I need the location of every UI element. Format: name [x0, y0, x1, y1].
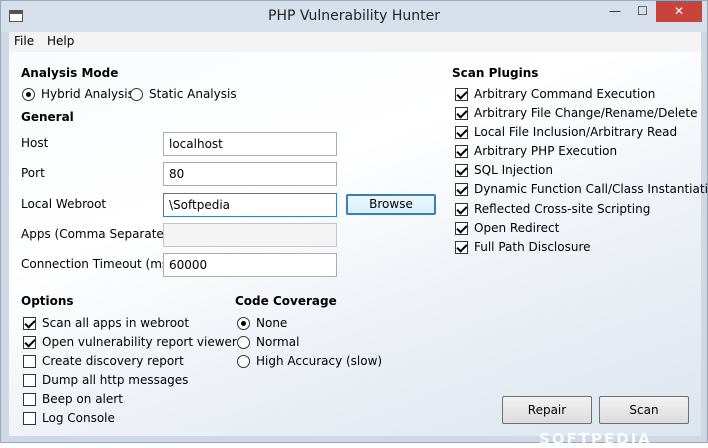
option-scan-all-apps-checkbox[interactable] — [23, 317, 36, 330]
option-open-report-viewer-label[interactable]: Open vulnerability report viewer — [42, 335, 237, 349]
plugin-command-execution-checkbox[interactable] — [455, 88, 468, 101]
close-icon[interactable]: ✕ — [656, 1, 702, 22]
analysis-mode-heading: Analysis Mode — [21, 66, 119, 80]
plugin-dynamic-function-call-checkbox[interactable] — [455, 183, 468, 196]
option-scan-all-apps-label[interactable]: Scan all apps in webroot — [42, 316, 189, 330]
softpedia-watermark: SOFTPEDIA — [539, 430, 652, 448]
menu-bar: File Help — [9, 32, 701, 52]
plugin-file-change-label[interactable]: Arbitrary File Change/Rename/Delete — [474, 106, 698, 120]
coverage-high-accuracy-radio[interactable] — [237, 355, 250, 368]
option-beep-on-alert-label[interactable]: Beep on alert — [42, 392, 123, 406]
plugin-open-redirect-label[interactable]: Open Redirect — [474, 221, 559, 235]
radio-static-analysis[interactable] — [130, 88, 143, 101]
plugin-php-execution-label[interactable]: Arbitrary PHP Execution — [474, 144, 617, 158]
option-beep-on-alert-checkbox[interactable] — [23, 393, 36, 406]
plugin-file-inclusion-checkbox[interactable] — [455, 126, 468, 139]
scan-button[interactable]: Scan — [599, 396, 689, 424]
coverage-normal-radio[interactable] — [237, 336, 250, 349]
radio-hybrid-analysis[interactable] — [22, 88, 35, 101]
title-bar[interactable]: PHP Vulnerability Hunter — ☐ ✕ — [1, 1, 707, 32]
plugin-command-execution-label[interactable]: Arbitrary Command Execution — [474, 87, 655, 101]
option-dump-http-messages-checkbox[interactable] — [23, 374, 36, 387]
radio-hybrid-analysis-label[interactable]: Hybrid Analysis — [41, 87, 134, 101]
coverage-high-accuracy-label[interactable]: High Accuracy (slow) — [256, 354, 382, 368]
scan-plugins-heading: Scan Plugins — [452, 66, 539, 80]
options-heading: Options — [21, 294, 74, 308]
plugin-php-execution-checkbox[interactable] — [455, 145, 468, 158]
plugin-file-change-checkbox[interactable] — [455, 107, 468, 120]
maximize-icon[interactable]: ☐ — [629, 1, 656, 22]
plugin-dynamic-function-call-label[interactable]: Dynamic Function Call/Class Instantiatio… — [474, 182, 708, 196]
coverage-none-label[interactable]: None — [256, 316, 287, 330]
main-panel: Analysis Mode Hybrid Analysis Static Ana… — [9, 52, 708, 448]
port-input[interactable]: 80 — [163, 162, 337, 186]
apps-input[interactable] — [163, 223, 337, 247]
code-coverage-heading: Code Coverage — [235, 294, 337, 308]
option-log-console-label[interactable]: Log Console — [42, 411, 115, 425]
plugin-sql-injection-checkbox[interactable] — [455, 164, 468, 177]
webroot-input[interactable]: \Softpedia — [163, 193, 337, 217]
browse-button[interactable]: Browse — [346, 194, 436, 215]
minimize-icon[interactable]: — — [601, 1, 629, 22]
plugin-open-redirect-checkbox[interactable] — [455, 222, 468, 235]
coverage-normal-label[interactable]: Normal — [256, 335, 299, 349]
plugin-sql-injection-label[interactable]: SQL Injection — [474, 163, 553, 177]
option-create-discovery-report-checkbox[interactable] — [23, 355, 36, 368]
plugin-reflected-xss-checkbox[interactable] — [455, 203, 468, 216]
plugin-full-path-disclosure-checkbox[interactable] — [455, 241, 468, 254]
plugin-file-inclusion-label[interactable]: Local File Inclusion/Arbitrary Read — [474, 125, 677, 139]
timeout-label: Connection Timeout (ms) — [21, 257, 173, 271]
plugin-reflected-xss-label[interactable]: Reflected Cross-site Scripting — [474, 202, 650, 216]
option-open-report-viewer-checkbox[interactable] — [23, 336, 36, 349]
option-create-discovery-report-label[interactable]: Create discovery report — [42, 354, 184, 368]
coverage-none-radio[interactable] — [237, 317, 250, 330]
option-log-console-checkbox[interactable] — [23, 412, 36, 425]
host-label: Host — [21, 136, 49, 150]
main-window: PHP Vulnerability Hunter — ☐ ✕ File Help… — [0, 0, 708, 448]
option-dump-http-messages-label[interactable]: Dump all http messages — [42, 373, 188, 387]
port-label: Port — [21, 166, 45, 180]
host-input[interactable]: localhost — [163, 132, 337, 156]
timeout-input[interactable]: 60000 — [163, 253, 337, 277]
apps-label: Apps (Comma Separated) — [21, 227, 177, 241]
webroot-label: Local Webroot — [21, 197, 107, 211]
general-heading: General — [21, 110, 74, 124]
repair-button[interactable]: Repair — [502, 396, 592, 424]
menu-help[interactable]: Help — [47, 34, 74, 48]
radio-static-analysis-label[interactable]: Static Analysis — [149, 87, 237, 101]
plugin-full-path-disclosure-label[interactable]: Full Path Disclosure — [474, 240, 591, 254]
menu-file[interactable]: File — [14, 34, 34, 48]
